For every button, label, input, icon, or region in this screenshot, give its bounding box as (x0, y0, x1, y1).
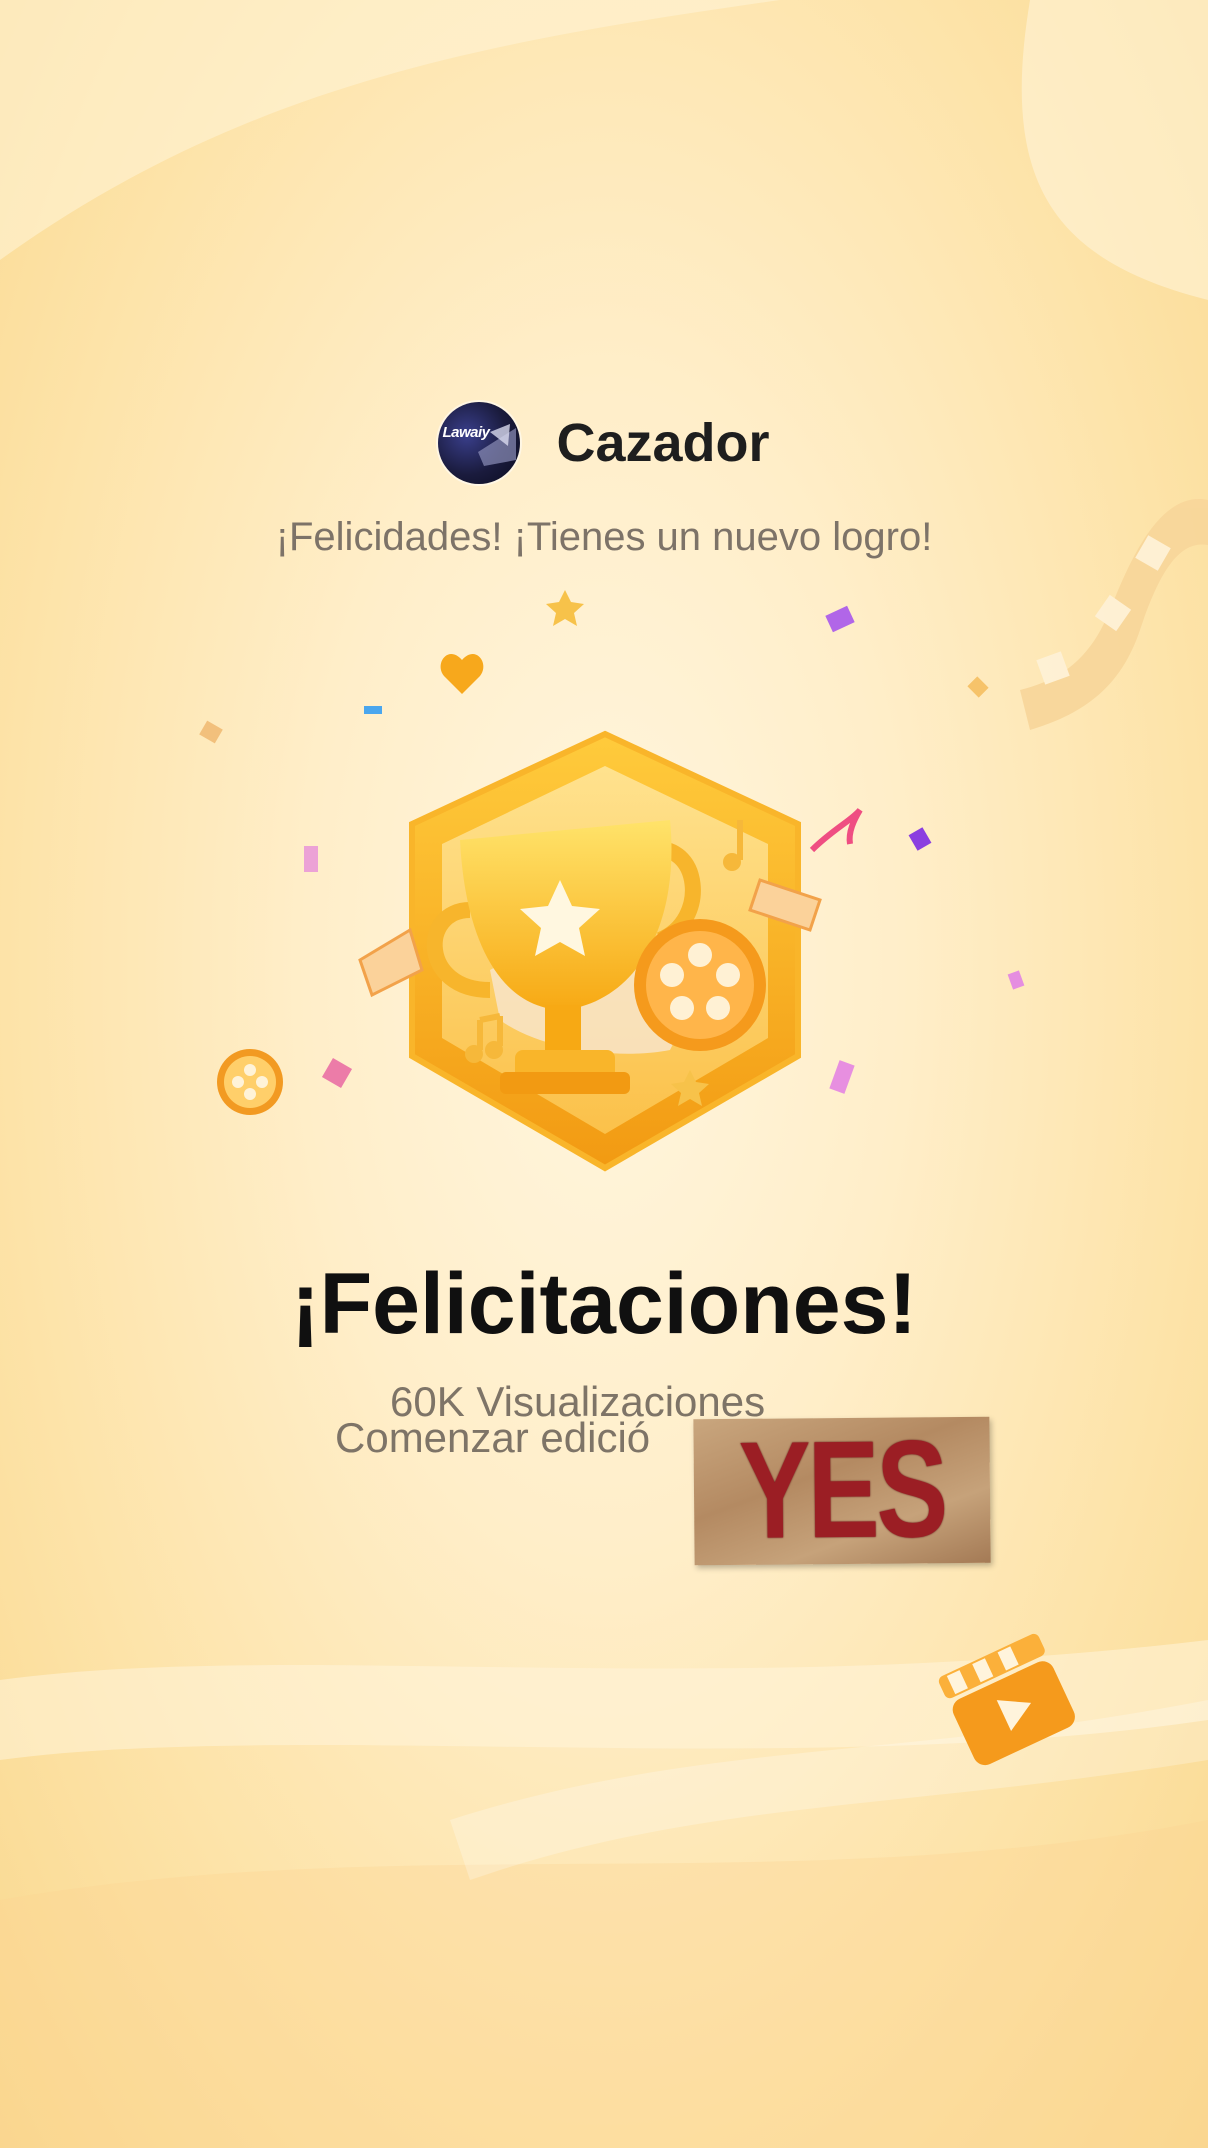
star-icon (546, 590, 584, 626)
sticker-label: YES ! (738, 1416, 946, 1566)
confetti-piece (304, 846, 318, 872)
confetti-piece (364, 706, 382, 714)
congratulations-title: ¡Felicitaciones! (290, 1256, 918, 1352)
heart-icon (440, 654, 484, 694)
confetti-piece (1007, 970, 1025, 990)
yes-sticker: YES ! (693, 1416, 991, 1566)
confetti-piece (199, 720, 223, 744)
film-reel-icon (217, 1049, 283, 1115)
clapperboard-icon (938, 1633, 1075, 1766)
start-editing-text[interactable]: Comenzar edició (335, 1414, 650, 1462)
confetti-piece (908, 827, 932, 851)
trophy-badge-icon (358, 730, 822, 1172)
confetti-piece (825, 605, 855, 633)
film-strip-icon (1020, 499, 1208, 730)
confetti-piece (967, 676, 989, 698)
